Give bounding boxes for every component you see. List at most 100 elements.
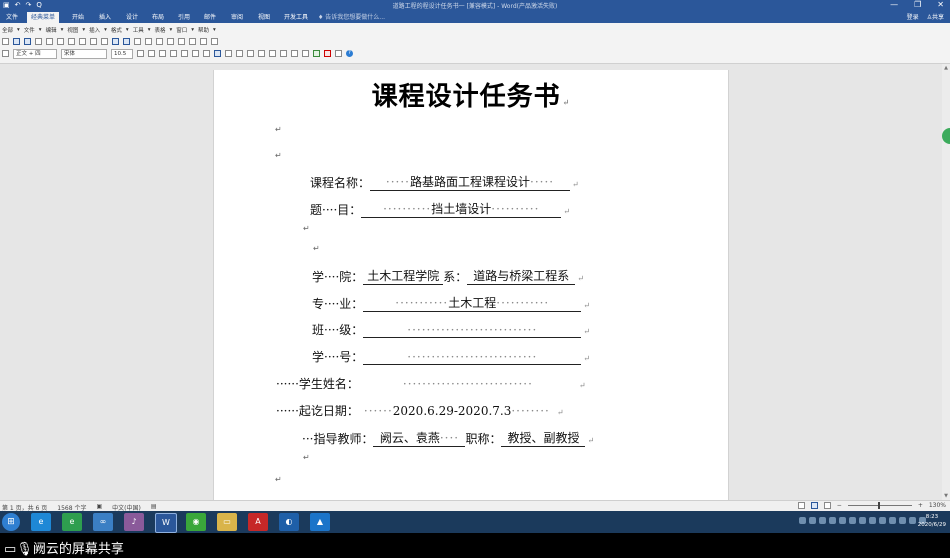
tab-view[interactable]: 视图 (254, 12, 274, 23)
paste-icon[interactable] (90, 38, 97, 45)
undo-icon[interactable] (112, 38, 119, 45)
zoom-out-icon[interactable]: − (837, 502, 842, 509)
login-link[interactable]: 登录 (907, 12, 919, 23)
menu-help[interactable]: 帮助 (198, 26, 209, 34)
tab-developer[interactable]: 开发工具 (280, 12, 312, 23)
read-mode-icon[interactable] (797, 502, 805, 509)
close-button[interactable]: ✕ (937, 0, 944, 9)
increase-indent-icon[interactable] (291, 50, 298, 57)
spelling-icon[interactable] (57, 38, 64, 45)
change-case-icon[interactable] (335, 50, 342, 57)
major-value-field[interactable]: ···········土木工程··········· (363, 294, 582, 312)
font-size-select[interactable]: 10.5 (111, 48, 133, 59)
tray-icon[interactable] (829, 517, 836, 524)
char-shading-icon[interactable] (192, 50, 199, 57)
style-select[interactable]: 正文 + 四 (13, 48, 57, 59)
zoom-in-icon[interactable]: + (918, 502, 923, 509)
tray-icon[interactable] (809, 517, 816, 524)
advisor-value-field[interactable]: 阙云、袁燕···· (373, 429, 466, 447)
tray-icon[interactable] (869, 517, 876, 524)
tab-layout[interactable]: 布局 (148, 12, 168, 23)
course-name-value-field[interactable]: ·····路基路面工程课程设计····· (370, 173, 571, 191)
tray-icon[interactable] (859, 517, 866, 524)
scroll-up-icon[interactable]: ▲ (942, 65, 950, 71)
class-value-field[interactable]: ··························· (363, 323, 582, 338)
font-name-select[interactable]: 宋体 (61, 48, 107, 59)
menu-window[interactable]: 窗口 (176, 26, 187, 34)
print-layout-icon[interactable] (810, 502, 818, 509)
tray-icon[interactable] (879, 517, 886, 524)
tab-home[interactable]: 开始 (68, 12, 88, 23)
tab-file[interactable]: 文件 (2, 12, 22, 23)
tray-icon[interactable] (819, 517, 826, 524)
word-icon[interactable]: W (155, 513, 177, 533)
share-button[interactable]: ♙共享 (927, 12, 944, 23)
department-value-field[interactable]: 道路与桥梁工程系 (467, 267, 576, 285)
align-right-icon[interactable] (225, 50, 232, 57)
tray-icon[interactable] (849, 517, 856, 524)
tab-mailings[interactable]: 邮件 (200, 12, 220, 23)
cut-icon[interactable] (68, 38, 75, 45)
wechat-icon[interactable]: ◉ (186, 513, 206, 531)
draw-icon[interactable] (200, 38, 207, 45)
link-icon[interactable] (189, 38, 196, 45)
menu-format[interactable]: 格式 (111, 26, 122, 34)
tab-review[interactable]: 审阅 (227, 12, 247, 23)
scroll-down-icon[interactable]: ▼ (942, 493, 950, 499)
align-center-icon[interactable] (214, 50, 221, 57)
date-range-value-field[interactable]: ······2020.6.29-2020.7.3········ (359, 404, 555, 419)
tray-icon[interactable] (839, 517, 846, 524)
font-color-icon[interactable] (324, 50, 331, 57)
line-spacing-icon[interactable] (247, 50, 254, 57)
tell-me-box[interactable]: ♦ 告诉我您想要做什么... (318, 12, 385, 23)
tray-icon[interactable] (899, 517, 906, 524)
ie-icon[interactable]: e (31, 513, 51, 531)
underline-icon[interactable] (159, 50, 166, 57)
align-left-icon[interactable] (203, 50, 210, 57)
student-name-value-field[interactable]: ··························· (359, 377, 577, 392)
help-icon[interactable]: ? (346, 50, 353, 57)
maximize-button[interactable]: ❐ (914, 0, 921, 9)
minimize-button[interactable]: — (890, 0, 898, 9)
sort-icon[interactable] (302, 50, 309, 57)
redo-icon[interactable] (123, 38, 130, 45)
italic-icon[interactable] (148, 50, 155, 57)
clock[interactable]: 8:23 2020/6/29 (918, 513, 946, 529)
menu-view[interactable]: 视图 (67, 26, 78, 34)
tab-references[interactable]: 引用 (174, 12, 194, 23)
tab-insert[interactable]: 插入 (95, 12, 115, 23)
menu-edit[interactable]: 编辑 (46, 26, 57, 34)
text-box-icon[interactable] (178, 38, 185, 45)
save-icon[interactable] (24, 38, 31, 45)
open-folder-icon[interactable] (13, 38, 20, 45)
print-preview-icon[interactable] (46, 38, 53, 45)
menu-insert[interactable]: 插入 (89, 26, 100, 34)
browser-icon[interactable]: e (62, 513, 82, 531)
format-painter-icon[interactable] (101, 38, 108, 45)
folder-icon[interactable]: ▭ (217, 513, 237, 531)
decrease-indent-icon[interactable] (280, 50, 287, 57)
shapes-icon[interactable] (211, 38, 218, 45)
justify-icon[interactable] (236, 50, 243, 57)
app-icon[interactable]: ◐ (279, 513, 299, 531)
show-marks-icon[interactable] (156, 38, 163, 45)
student-id-value-field[interactable]: ··························· (363, 350, 582, 365)
tab-design[interactable]: 设计 (122, 12, 142, 23)
college-value-field[interactable]: 土木工程学院 (363, 267, 444, 285)
print-icon[interactable] (35, 38, 42, 45)
network-icon[interactable]: ∞ (93, 513, 113, 531)
menu-table[interactable]: 表格 (154, 26, 165, 34)
char-border-icon[interactable] (181, 50, 188, 57)
start-button[interactable]: ⊞ (2, 513, 20, 531)
columns-icon[interactable] (145, 38, 152, 45)
bold-icon[interactable] (137, 50, 144, 57)
menu-file[interactable]: 文件 (24, 26, 35, 34)
menu-all[interactable]: 全部 (2, 26, 13, 34)
menu-tools[interactable]: 工具 (133, 26, 144, 34)
title-value-field[interactable]: 教授、副教授 (501, 429, 586, 447)
tray-icon[interactable] (889, 517, 896, 524)
topic-value-field[interactable]: ··········挡土墙设计·········· (361, 200, 562, 218)
zoom-slider[interactable] (847, 502, 912, 509)
pdf-icon[interactable]: A (248, 513, 268, 531)
strikethrough-icon[interactable] (170, 50, 177, 57)
